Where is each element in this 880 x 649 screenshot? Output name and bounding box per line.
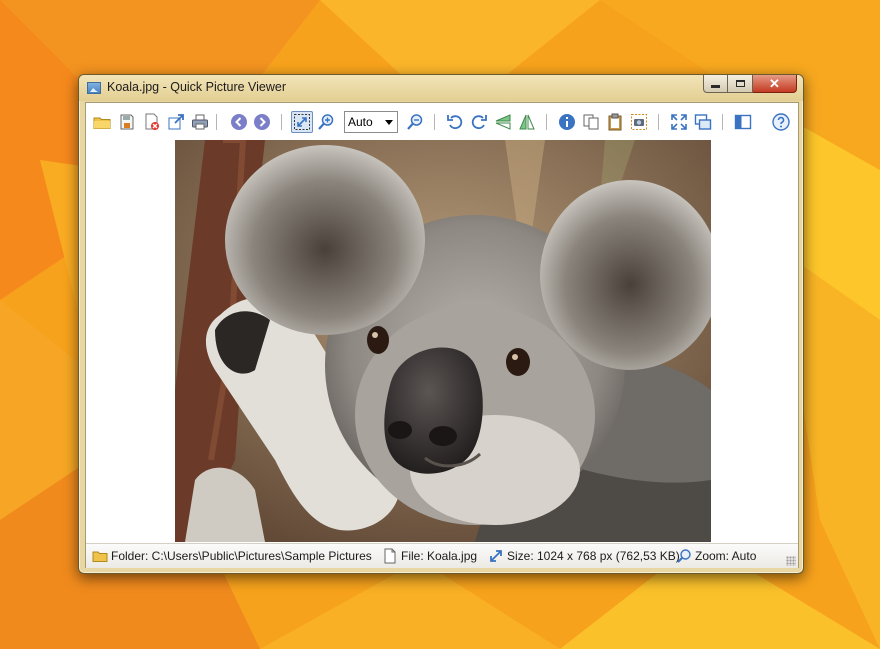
client-area: Auto Folder: C:\Users\Public\Pictures\Sa… <box>85 102 799 568</box>
folder-icon <box>93 117 111 129</box>
slideshow-icon <box>694 114 712 130</box>
delete-button[interactable] <box>141 111 163 133</box>
next-button[interactable] <box>251 111 273 133</box>
printer-icon <box>192 114 208 130</box>
save-button[interactable] <box>116 111 138 133</box>
toolbar-separator <box>546 114 547 130</box>
help-icon <box>772 113 790 131</box>
rotate-right-icon <box>471 115 487 130</box>
close-icon: ✕ <box>769 76 780 91</box>
close-button[interactable]: ✕ <box>753 75 797 93</box>
app-window: Koala.jpg - Quick Picture Viewer ✕ Auto … <box>78 74 804 574</box>
zoom-out-icon <box>407 114 423 130</box>
status-file: File: Koala.jpg <box>382 544 477 568</box>
open-folder-button[interactable] <box>91 111 113 133</box>
toolbar-separator <box>434 114 435 130</box>
delete-file-icon <box>145 113 159 130</box>
status-bar: Folder: C:\Users\Public\Pictures\Sample … <box>86 543 798 568</box>
toolbar-separator <box>281 114 282 130</box>
zoom-out-button[interactable] <box>404 111 426 133</box>
status-size: Size: 1024 x 768 px (762,53 KB) <box>488 544 680 568</box>
minimize-icon <box>711 84 720 88</box>
external-link-icon <box>168 114 184 130</box>
status-folder: Folder: C:\Users\Public\Pictures\Sample … <box>92 544 372 568</box>
magnifier-icon <box>677 549 691 563</box>
image-info-button[interactable] <box>556 111 578 133</box>
rotate-right-button[interactable] <box>468 111 490 133</box>
print-button[interactable] <box>189 111 211 133</box>
title-bar[interactable]: Koala.jpg - Quick Picture Viewer ✕ <box>79 75 803 101</box>
open-with-button[interactable] <box>165 111 187 133</box>
zoom-in-icon <box>318 114 334 130</box>
fit-to-window-icon <box>294 114 310 130</box>
zoom-in-button[interactable] <box>315 111 337 133</box>
toolbar: Auto <box>86 103 798 139</box>
rotate-left-button[interactable] <box>444 111 466 133</box>
status-zoom: Zoom: Auto <box>676 544 756 568</box>
image-viewport[interactable] <box>86 139 798 543</box>
fullscreen-button[interactable] <box>668 111 690 133</box>
zoom-level-value: Auto <box>348 115 373 129</box>
status-size-text: Size: 1024 x 768 px (762,53 KB) <box>507 549 680 563</box>
toolbar-separator <box>658 114 659 130</box>
minimize-button[interactable] <box>703 75 728 93</box>
settings-button[interactable] <box>732 111 754 133</box>
copy-button[interactable] <box>580 111 602 133</box>
resize-icon <box>490 550 502 562</box>
info-icon <box>559 114 575 130</box>
slideshow-button[interactable] <box>692 111 714 133</box>
window-layout-icon <box>734 114 752 130</box>
help-button[interactable] <box>770 111 792 133</box>
paste-icon <box>608 113 622 131</box>
save-icon <box>120 114 134 130</box>
camera-icon <box>631 114 647 130</box>
maximize-button[interactable] <box>728 75 753 93</box>
file-icon <box>384 548 396 564</box>
status-folder-text: Folder: C:\Users\Public\Pictures\Sample … <box>111 549 372 563</box>
window-title: Koala.jpg - Quick Picture Viewer <box>107 80 287 94</box>
next-icon <box>254 114 270 130</box>
flip-vertical-button[interactable] <box>492 111 514 133</box>
zoom-level-dropdown[interactable]: Auto <box>344 111 398 133</box>
folder-icon <box>92 551 108 562</box>
resize-grip[interactable] <box>786 556 796 566</box>
toolbar-separator <box>722 114 723 130</box>
auto-zoom-button[interactable] <box>291 111 313 133</box>
screenshot-button[interactable] <box>628 111 650 133</box>
previous-icon <box>231 114 247 130</box>
app-picture-icon <box>87 82 101 94</box>
copy-icon <box>583 114 599 130</box>
chevron-down-icon <box>385 120 393 125</box>
flip-horizontal-button[interactable] <box>516 111 538 133</box>
toolbar-separator <box>216 114 217 130</box>
fullscreen-icon <box>671 114 687 130</box>
status-zoom-text: Zoom: Auto <box>695 549 757 563</box>
maximize-icon <box>735 80 745 87</box>
status-file-text: File: Koala.jpg <box>401 549 478 563</box>
previous-button[interactable] <box>228 111 250 133</box>
caption-buttons: ✕ <box>703 75 797 94</box>
rotate-left-icon <box>447 115 463 130</box>
koala-photo <box>175 140 711 542</box>
paste-button[interactable] <box>604 111 626 133</box>
flip-horizontal-icon <box>519 114 535 130</box>
flip-vertical-icon <box>495 114 511 130</box>
